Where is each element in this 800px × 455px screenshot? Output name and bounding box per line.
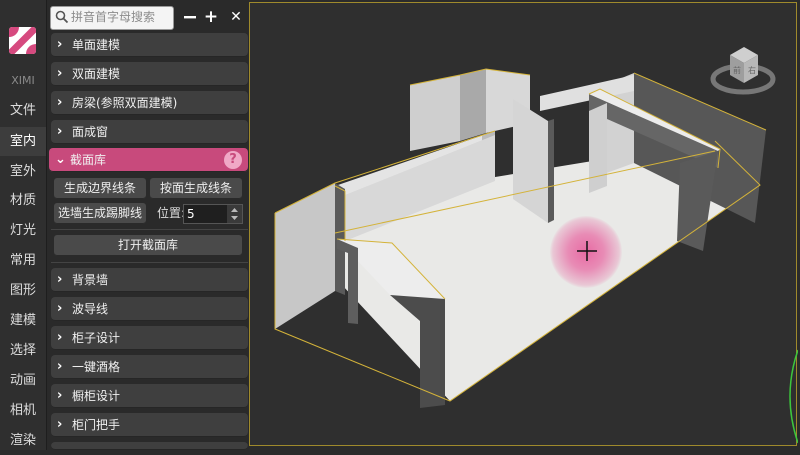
nav-render[interactable]: 渲染: [0, 426, 46, 455]
left-toolbar: XIMI 文件 室内 室外 材质 灯光 常用 图形 建模 选择 动画 相机 渲染: [0, 0, 47, 450]
nav-file[interactable]: 文件: [0, 96, 46, 125]
nav-shape[interactable]: 图形: [0, 276, 46, 305]
help-icon[interactable]: ?: [224, 151, 242, 169]
chevron-right-icon: ›: [57, 388, 63, 403]
nav-common[interactable]: 常用: [0, 246, 46, 275]
nav-camera[interactable]: 相机: [0, 396, 46, 425]
chevron-right-icon: ›: [57, 66, 63, 81]
ximi-logo: [9, 27, 36, 54]
nav-indoor[interactable]: 室内: [0, 127, 46, 156]
gen-baseboard-button[interactable]: 选墙生成踢脚线: [54, 203, 146, 224]
nav-select[interactable]: 选择: [0, 336, 46, 365]
divider: [51, 229, 248, 230]
crosshair-cursor-icon: [577, 241, 597, 261]
section-partial[interactable]: [51, 442, 248, 450]
chevron-right-icon: ›: [57, 124, 63, 139]
position-spinner[interactable]: [227, 205, 242, 223]
section-door-handle[interactable]: › 柜门把手: [51, 413, 248, 437]
position-input[interactable]: [187, 205, 223, 223]
collapse-button[interactable]: [179, 6, 201, 28]
gen-boundary-button[interactable]: 生成边界线条: [54, 178, 146, 199]
position-label: 位置:: [157, 206, 186, 220]
divider: [51, 262, 248, 263]
svg-text:右: 右: [748, 65, 756, 75]
nav-light[interactable]: 灯光: [0, 216, 46, 245]
nav-outdoor[interactable]: 室外: [0, 157, 46, 186]
chevron-right-icon: ›: [57, 330, 63, 345]
open-library-button[interactable]: 打开截面库: [54, 235, 242, 256]
brand-label: XIMI: [11, 74, 35, 87]
section-background-wall[interactable]: › 背景墙: [51, 268, 248, 292]
spinner-arrows-icon: [231, 208, 238, 220]
chevron-right-icon: ›: [57, 37, 63, 52]
section-cabinet-design[interactable]: › 柜子设计: [51, 326, 248, 350]
section-beam[interactable]: › 房梁(参照双面建模): [51, 91, 248, 115]
viewcube-icon[interactable]: 前 右: [708, 41, 778, 103]
minus-icon: [184, 16, 196, 19]
section-profile-library[interactable]: ⌄ 截面库 ?: [49, 148, 248, 172]
search-box[interactable]: [50, 6, 174, 30]
search-input[interactable]: [71, 7, 171, 27]
svg-text:前: 前: [733, 65, 741, 75]
add-button[interactable]: +: [200, 6, 222, 28]
search-icon: [55, 10, 69, 24]
nav-modeling[interactable]: 建模: [0, 306, 46, 335]
section-kitchen-cabinet[interactable]: › 橱柜设计: [51, 384, 248, 408]
chevron-right-icon: ›: [57, 301, 63, 316]
nav-animation[interactable]: 动画: [0, 366, 46, 395]
chevron-right-icon: ›: [57, 417, 63, 432]
section-face-to-window[interactable]: › 面成窗: [51, 120, 248, 144]
chevron-right-icon: ›: [57, 359, 63, 374]
3d-viewport[interactable]: 前 右: [249, 2, 798, 446]
section-double-face-modeling[interactable]: › 双面建模: [51, 62, 248, 86]
section-single-face-modeling[interactable]: › 单面建模: [51, 33, 248, 57]
chevron-right-icon: ›: [57, 95, 63, 110]
chevron-down-icon: ⌄: [55, 152, 66, 167]
section-waveguide-line[interactable]: › 波导线: [51, 297, 248, 321]
nav-material[interactable]: 材质: [0, 186, 46, 215]
chevron-right-icon: ›: [57, 272, 63, 287]
gen-by-face-button[interactable]: 按面生成线条: [150, 178, 242, 199]
tool-panel: + ✕ › 单面建模 › 双面建模 › 房梁(参照双面建模) › 面成窗 ⌄ 截…: [47, 0, 249, 450]
section-wine-rack[interactable]: › 一键酒格: [51, 355, 248, 379]
close-button[interactable]: ✕: [225, 6, 247, 28]
gizmo-arc: [789, 349, 798, 444]
position-field[interactable]: [183, 204, 243, 224]
